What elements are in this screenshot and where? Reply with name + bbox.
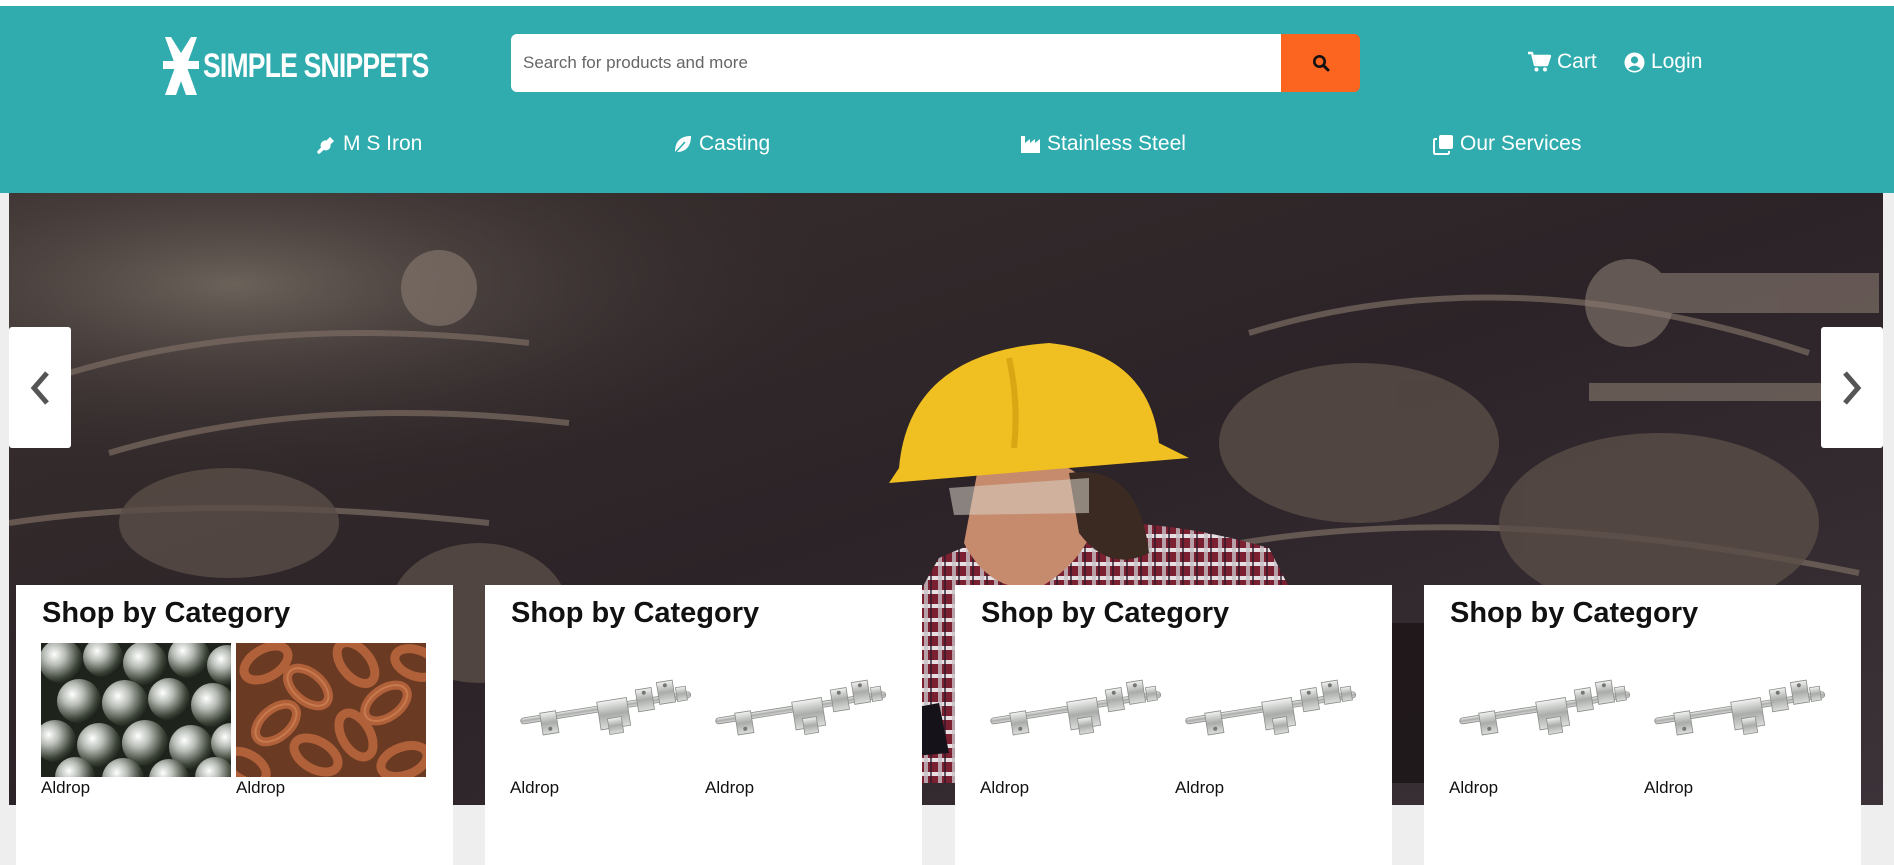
cart-label: Cart	[1557, 50, 1597, 73]
search-button[interactable]	[1281, 34, 1360, 92]
industry-icon	[1021, 135, 1040, 153]
product-image-aldrop[interactable]	[1175, 643, 1365, 777]
wrench-icon	[317, 136, 334, 154]
cart-icon	[1528, 51, 1551, 72]
card-title: Shop by Category	[511, 597, 760, 629]
user-circle-icon	[1624, 52, 1645, 72]
site-header: SIMPLE SNIPPETS Cart Login	[0, 6, 1894, 193]
carousel-prev-button[interactable]	[9, 327, 71, 448]
category-card: Shop by Category Aldrop Aldrop	[16, 585, 453, 865]
nav-label: Stainless Steel	[1047, 132, 1186, 155]
cart-link[interactable]: Cart	[1527, 50, 1597, 74]
product-image-aldrop[interactable]	[1644, 643, 1834, 777]
product-label[interactable]: Aldrop	[1644, 778, 1693, 798]
card-title: Shop by Category	[1450, 597, 1699, 629]
brand-logo[interactable]: SIMPLE SNIPPETS	[163, 31, 492, 101]
login-link[interactable]: Login	[1624, 50, 1702, 74]
product-label[interactable]: Aldrop	[1449, 778, 1498, 798]
nav-our-services[interactable]: Our Services	[1433, 132, 1581, 156]
search-bar	[511, 34, 1360, 92]
product-label[interactable]: Aldrop	[1175, 778, 1224, 798]
category-card: Shop by Category Aldrop Aldrop	[955, 585, 1392, 865]
card-title: Shop by Category	[981, 597, 1230, 629]
card-title: Shop by Category	[42, 597, 291, 629]
product-label[interactable]: Aldrop	[236, 778, 285, 798]
category-card: Shop by Category Aldrop Aldrop	[485, 585, 922, 865]
product-image-rusty-chain[interactable]	[236, 643, 426, 777]
search-icon	[1312, 55, 1329, 72]
leaf-icon	[674, 135, 691, 154]
nav-casting[interactable]: Casting	[672, 132, 770, 156]
product-label[interactable]: Aldrop	[705, 778, 754, 798]
brand-logo-icon	[163, 37, 199, 95]
nav-label: Casting	[699, 132, 771, 155]
product-image-aldrop[interactable]	[705, 643, 895, 777]
nav-ms-iron[interactable]: M S Iron	[316, 132, 422, 156]
search-input[interactable]	[511, 34, 1281, 92]
chevron-right-icon	[1843, 370, 1862, 405]
nav-label: M S Iron	[343, 132, 423, 155]
carousel-next-button[interactable]	[1821, 327, 1883, 448]
product-label[interactable]: Aldrop	[980, 778, 1029, 798]
category-card: Shop by Category Aldrop Aldrop	[1424, 585, 1861, 865]
login-label: Login	[1651, 50, 1703, 73]
product-label[interactable]: Aldrop	[41, 778, 90, 798]
product-image-aldrop[interactable]	[510, 643, 700, 777]
chevron-left-icon	[30, 370, 49, 405]
nav-stainless-steel[interactable]: Stainless Steel	[1020, 132, 1186, 156]
copy-icon	[1433, 134, 1453, 155]
product-image-aldrop[interactable]	[1449, 643, 1639, 777]
nav-label: Our Services	[1460, 132, 1582, 155]
product-label[interactable]: Aldrop	[510, 778, 559, 798]
product-image-steel-balls[interactable]	[41, 643, 231, 777]
brand-name: SIMPLE SNIPPETS	[203, 47, 429, 85]
product-image-aldrop[interactable]	[980, 643, 1170, 777]
